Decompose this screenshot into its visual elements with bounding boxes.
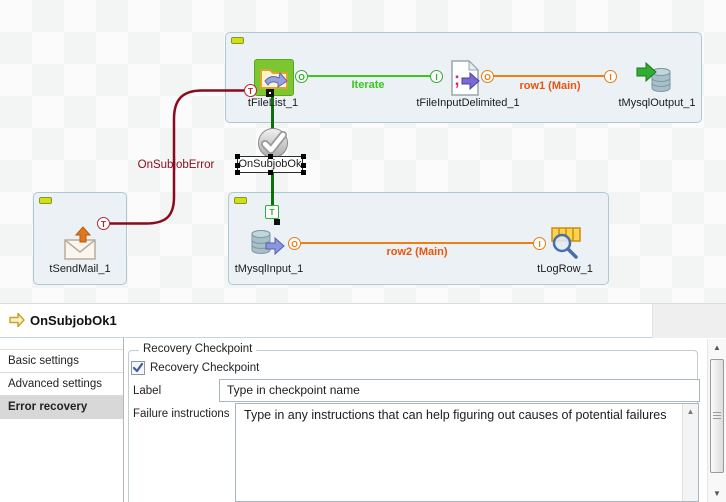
link-anchor[interactable] [274, 219, 280, 225]
row2-link-label[interactable]: row2 (Main) [372, 246, 462, 258]
selection-handle[interactable] [235, 163, 240, 168]
selection-handle[interactable] [235, 170, 240, 175]
component-label[interactable]: tFileInputDelimited_1 [408, 97, 528, 109]
tab-advanced-settings[interactable]: Advanced settings [0, 372, 123, 395]
recovery-checkpoint-checkbox[interactable] [131, 361, 145, 375]
svg-text:;: ; [454, 69, 460, 89]
checkbox-check-icon [132, 362, 144, 374]
row-input-connector-i[interactable]: I [604, 70, 617, 83]
component-label[interactable]: tLogRow_1 [524, 263, 606, 275]
component-label[interactable]: tMysqlInput_1 [228, 263, 310, 275]
scroll-up-icon[interactable]: ▲ [708, 339, 726, 356]
selection-handle[interactable] [301, 163, 306, 168]
panel-vertical-scrollbar[interactable]: ▲ ▼ [707, 339, 726, 502]
tfileinputdelimited-icon[interactable]: ; [450, 60, 480, 96]
trigger-connector-t[interactable]: T [244, 84, 257, 97]
failure-instructions-field-name: Failure instructions [133, 408, 230, 420]
iterate-input-connector-i[interactable]: I [430, 70, 443, 83]
subjob-collapse-icon[interactable] [231, 37, 244, 44]
scroll-down-icon[interactable]: ▼ [708, 485, 726, 502]
selection-handle[interactable] [268, 170, 273, 175]
component-label[interactable]: tFileList_1 [230, 97, 316, 109]
iterate-output-connector-o[interactable]: O [295, 70, 308, 83]
onsubjobok-check-icon[interactable] [257, 127, 289, 159]
tab-basic-settings[interactable]: Basic settings [0, 349, 123, 372]
selection-handle[interactable] [301, 170, 306, 175]
tsendmail-icon[interactable] [62, 226, 98, 262]
tfilelist-icon[interactable] [257, 62, 291, 93]
row-output-connector-o[interactable]: O [481, 70, 494, 83]
scrollbar-grip [713, 412, 721, 419]
checkbox-label[interactable]: Recovery Checkpoint [150, 362, 259, 374]
row-input-connector-i[interactable]: I [533, 237, 546, 250]
tab-error-recovery[interactable]: Error recovery [0, 395, 123, 419]
textarea-scrollbar[interactable]: ▲ [682, 404, 698, 501]
label-field-name: Label [133, 385, 161, 397]
job-design-canvas[interactable]: tFileList_1 T O Iterate ; tFileInputDeli… [0, 0, 726, 304]
group-title: Recovery Checkpoint [139, 343, 256, 355]
component-label[interactable]: tMysqlOutput_1 [611, 97, 703, 109]
checkpoint-label-input[interactable]: Type in checkpoint name [219, 379, 700, 402]
onsubjobok-link-label[interactable]: OnSubjobOk [237, 156, 303, 173]
scrollbar-thumb[interactable] [710, 359, 724, 473]
panel-title: OnSubjobOk1 [30, 313, 117, 328]
selection-handle[interactable] [301, 154, 306, 159]
panel-header-filler [653, 304, 726, 338]
failure-instructions-text: Type in any instructions that can help f… [236, 404, 680, 428]
component-label[interactable]: tSendMail_1 [40, 263, 120, 275]
failure-instructions-textarea[interactable]: Type in any instructions that can help f… [235, 403, 699, 502]
row1-link-line[interactable] [493, 75, 604, 77]
scroll-up-icon[interactable]: ▲ [683, 406, 698, 417]
tmysqlinput-icon[interactable] [249, 226, 285, 262]
onsubjoberror-link-label[interactable]: OnSubjobError [128, 159, 224, 171]
tabs-separator [123, 338, 124, 502]
selection-handle[interactable] [235, 154, 240, 159]
link-label-text: OnSubjobOk [239, 158, 302, 170]
row-output-connector-o[interactable]: O [288, 237, 301, 250]
tlogrow-icon[interactable] [546, 226, 582, 262]
selection-handle[interactable] [268, 154, 273, 159]
link-anchor[interactable] [266, 89, 274, 97]
trigger-input-connector-t[interactable]: T [265, 205, 279, 219]
iterate-link-label[interactable]: Iterate [328, 79, 408, 91]
row2-link-line[interactable] [301, 242, 533, 244]
subjob-collapse-icon[interactable] [39, 197, 52, 204]
talend-designer-window: tFileList_1 T O Iterate ; tFileInputDeli… [0, 0, 726, 502]
row1-link-label[interactable]: row1 (Main) [506, 80, 594, 92]
subjob-collapse-icon[interactable] [234, 197, 247, 204]
tmysqloutput-icon[interactable] [636, 60, 672, 96]
link-arrow-icon [8, 312, 26, 328]
trigger-connector-t[interactable]: T [97, 217, 110, 230]
iterate-link-line[interactable] [308, 75, 430, 77]
